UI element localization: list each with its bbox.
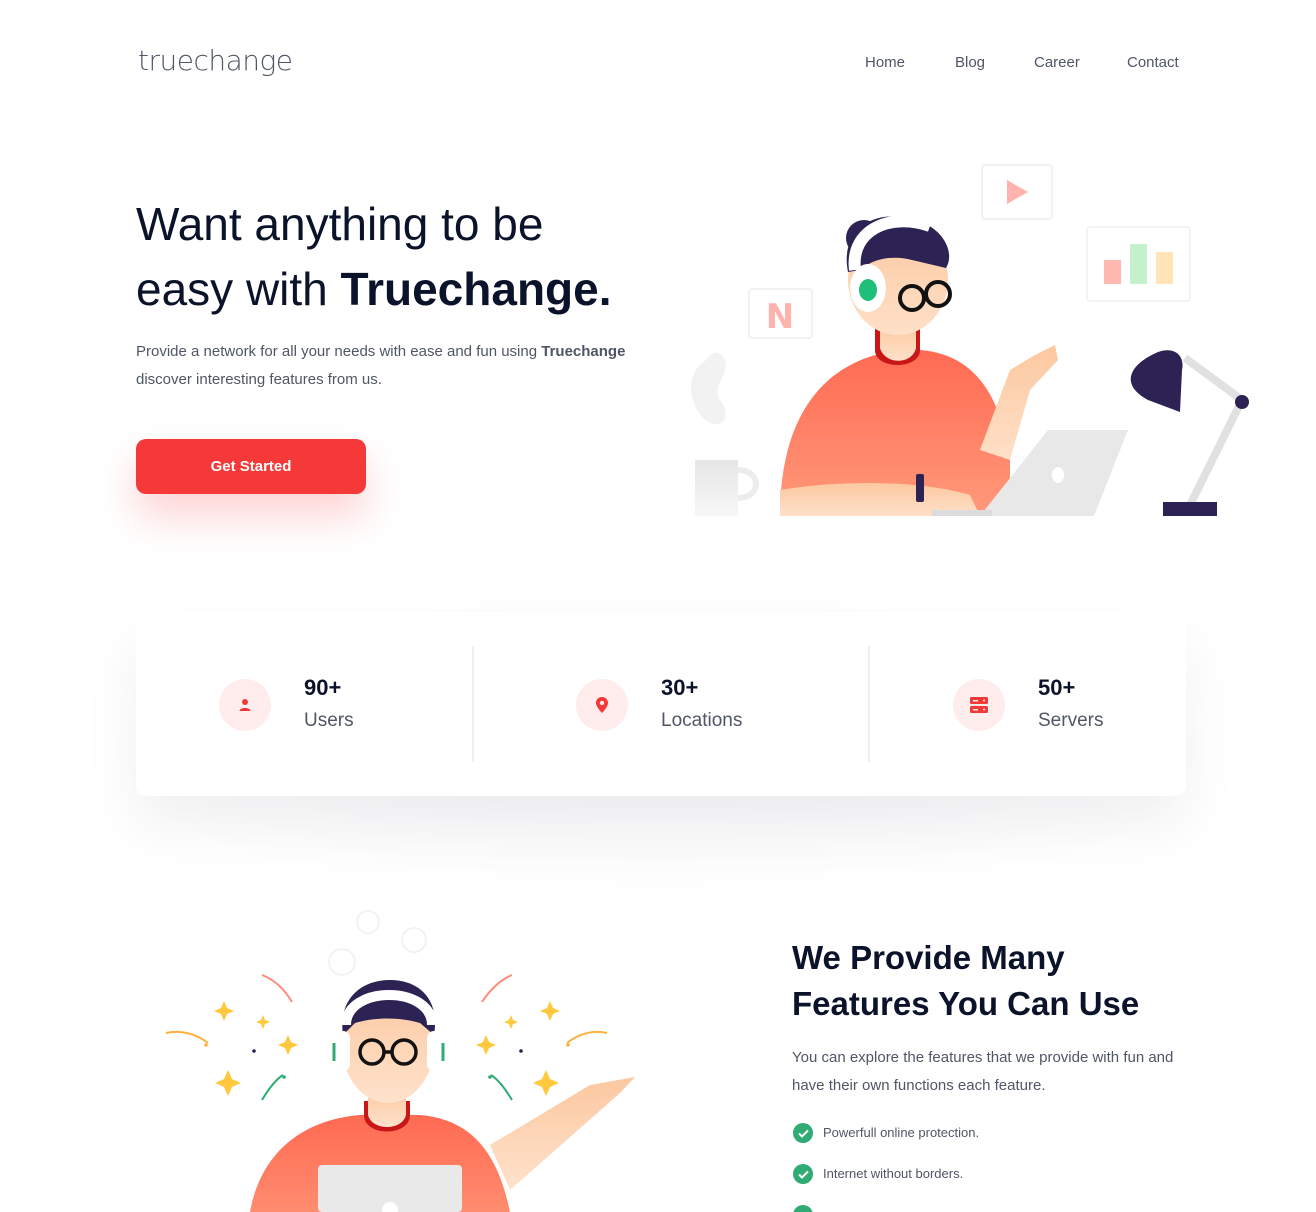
location-pin-icon	[576, 679, 628, 731]
hero-description: Provide a network for all your needs wit…	[136, 338, 676, 394]
stat-servers-value: 50+	[1038, 675, 1076, 700]
stat-users: 90+ Users	[136, 612, 472, 796]
hero-title-line1: Want anything to be	[136, 198, 544, 250]
server-icon	[953, 679, 1005, 731]
nav-career[interactable]: Career	[1034, 54, 1080, 71]
hero-illustration: N	[691, 164, 1249, 516]
stat-users-label: Users	[304, 710, 354, 731]
hero-desc-prefix: Provide a network for all your needs wit…	[136, 343, 542, 360]
stat-locations: 30+ Locations	[474, 612, 868, 796]
stat-users-value: 90+	[304, 675, 342, 700]
hero-title-brand: Truechange.	[340, 263, 612, 315]
feature-item: Internet without borders.	[793, 1163, 1213, 1204]
check-icon	[793, 1205, 813, 1212]
n-card-icon: N	[748, 288, 813, 339]
bar-chart-card-icon	[1086, 226, 1191, 302]
feature-item	[793, 1204, 1213, 1212]
features-illustration	[165, 910, 635, 1212]
hero-title: Want anything to be easy with Truechange…	[136, 192, 696, 322]
coffee-mug-icon	[691, 352, 759, 516]
nav-blog[interactable]: Blog	[955, 54, 985, 71]
hero-desc-suffix: discover interesting features from us.	[136, 371, 382, 388]
stat-servers: 50+ Servers	[870, 612, 1186, 796]
features-list: Powerfull online protection. Internet wi…	[793, 1122, 1213, 1212]
nav-home[interactable]: Home	[865, 54, 905, 71]
features-description: You can explore the features that we pro…	[792, 1049, 1174, 1094]
check-icon	[793, 1123, 813, 1143]
desk-lamp-icon	[1130, 350, 1249, 516]
features-title-line2: Features You Can Use	[792, 985, 1140, 1022]
main-nav: Home Blog Career Contact	[0, 54, 1316, 74]
stats-card: 90+ Users 30+ Locations 50+ Servers	[136, 612, 1186, 796]
hero-desc-brand: Truechange	[541, 343, 626, 360]
check-icon	[793, 1164, 813, 1184]
get-started-button[interactable]: Get Started	[136, 439, 366, 494]
hero-title-line2-prefix: easy with	[136, 263, 341, 315]
stat-servers-label: Servers	[1038, 710, 1104, 731]
stat-locations-label: Locations	[661, 710, 743, 731]
n-card-letter: N	[766, 297, 794, 337]
stat-locations-value: 30+	[661, 675, 699, 700]
feature-item: Powerfull online protection.	[793, 1122, 1213, 1163]
person-with-headphones	[250, 980, 635, 1212]
feature-item-label: Powerfull online protection.	[823, 1125, 980, 1140]
feature-item-label: Internet without borders.	[823, 1166, 964, 1181]
features-title: We Provide Many Features You Can Use	[792, 935, 1212, 1027]
features-title-line1: We Provide Many	[792, 939, 1065, 976]
user-icon	[219, 679, 271, 731]
play-card-icon	[981, 164, 1053, 220]
nav-contact[interactable]: Contact	[1127, 54, 1179, 71]
